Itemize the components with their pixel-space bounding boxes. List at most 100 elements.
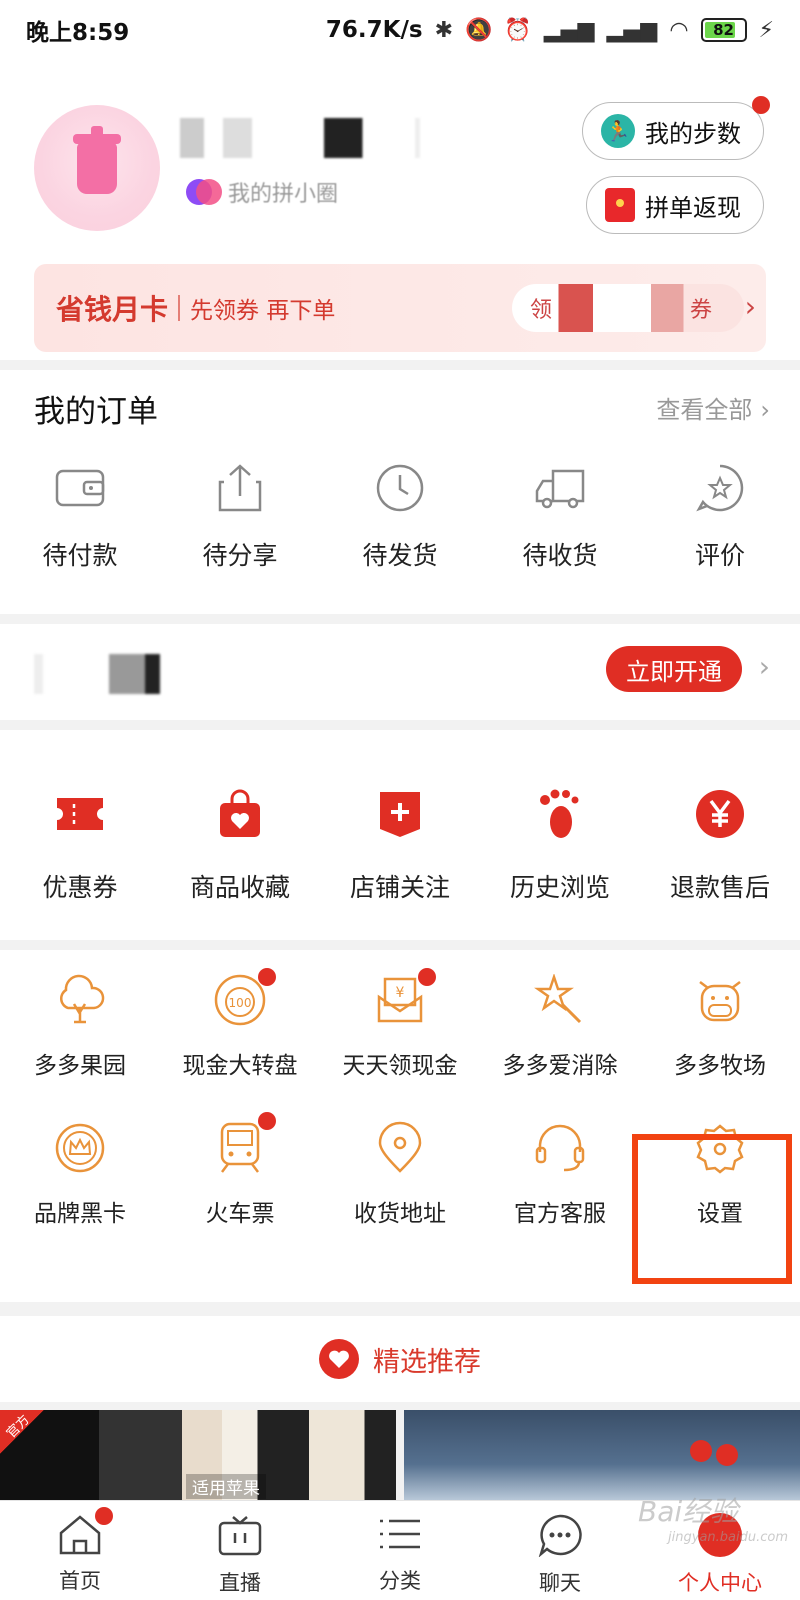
nav-home[interactable]: 首页 [0, 1501, 160, 1600]
battery-icon: 82 [700, 18, 747, 42]
wifi-icon: ◠ [669, 17, 689, 43]
watermark-text: Bai经验 [638, 1495, 739, 1528]
train-ticket-entry[interactable]: 火车票 [160, 1112, 320, 1228]
nav-category[interactable]: 分类 [320, 1501, 480, 1600]
claim-coupon-right: 券 [689, 298, 712, 323]
order-pending-receipt[interactable]: 待收货 [480, 460, 640, 572]
cherry-decoration [716, 1444, 738, 1466]
order-item-label: 待分享 [202, 541, 278, 570]
shipping-address-entry[interactable]: 收货地址 [320, 1120, 480, 1228]
username-redacted [180, 118, 420, 158]
coupons-entry[interactable]: 优惠券 [0, 786, 160, 904]
brand-black-card-entry[interactable]: 品牌黑卡 [0, 1120, 160, 1228]
pin-circle-link[interactable]: 我的拼小圈 [186, 176, 338, 208]
asset-item-label: 商品收藏 [189, 873, 290, 902]
order-status-row: 待付款 待分享 待发货 待收货 评价 [0, 460, 800, 572]
tool-item-label: 天天领现金 [342, 1053, 458, 1079]
match-game-entry[interactable]: 多多爱消除 [480, 972, 640, 1080]
nav-chat[interactable]: 聊天 [480, 1501, 640, 1600]
cash-wheel-entry[interactable]: 100 现金大转盘 [160, 968, 320, 1080]
avatar-cup-icon [73, 126, 121, 194]
order-review[interactable]: 评价 [640, 460, 800, 572]
tools-row-1: 多多果园 100 现金大转盘 ¥ 天天领现金 多多爱消除 多多牧场 [0, 968, 800, 1080]
daily-cash-notification-dot [418, 968, 436, 986]
store-follow-entry[interactable]: 店铺关注 [320, 786, 480, 904]
refund-entry[interactable]: 退款售后 [640, 786, 800, 904]
claim-coupon-left: 领 [530, 298, 553, 323]
my-orders-card: 我的订单 查看全部 › 待付款 待分享 待发货 待收货 评价 [0, 370, 800, 614]
tool-item-label: 品牌黑卡 [34, 1201, 126, 1227]
daily-cash-entry[interactable]: ¥ 天天领现金 [320, 968, 480, 1080]
profile-header: 我的拼小圈 🏃 我的步数 拼单返现 省钱月卡 先领券 再下单 领 券 › [0, 60, 800, 360]
claim-coupon-button[interactable]: 领 券 [512, 284, 744, 332]
headset-icon [532, 1120, 588, 1176]
asset-item-label: 退款售后 [669, 873, 770, 902]
review-icon [692, 460, 748, 516]
running-icon: 🏃 [601, 114, 635, 148]
signal-2-icon: ▂▄▆ [606, 17, 658, 43]
alarm-icon: ⏰ [504, 17, 532, 43]
saving-card-subtitle: 先领券 再下单 [190, 298, 336, 324]
ranch-entry[interactable]: 多多牧场 [640, 972, 800, 1080]
baidu-watermark: Bai经验 jingyan.baidu.com [638, 1490, 788, 1545]
wheel-icon: 100 [212, 968, 276, 1028]
asset-item-label: 店铺关注 [349, 873, 450, 902]
official-tag: 官方 [0, 1410, 44, 1454]
nav-label: 个人中心 [678, 1571, 762, 1595]
order-item-label: 评价 [694, 541, 745, 570]
product-card-right[interactable] [404, 1410, 800, 1500]
saving-monthly-card-banner[interactable]: 省钱月卡 先领券 再下单 领 券 › [34, 264, 766, 352]
order-pending-shipment[interactable]: 待发货 [320, 460, 480, 572]
tool-item-label: 多多爱消除 [502, 1053, 618, 1079]
my-steps-button[interactable]: 🏃 我的步数 [582, 102, 764, 160]
favorite-bag-icon [212, 786, 268, 842]
customer-service-entry[interactable]: 官方客服 [480, 1120, 640, 1228]
cashback-button[interactable]: 拼单返现 [586, 176, 764, 234]
settings-highlight-box [632, 1134, 792, 1284]
signal-icon: ▂▄▆ [543, 17, 595, 43]
home-icon [57, 1507, 113, 1555]
nav-live[interactable]: 直播 [160, 1501, 320, 1600]
favorites-entry[interactable]: 商品收藏 [160, 786, 320, 904]
train-icon [212, 1112, 276, 1176]
nav-label: 分类 [379, 1569, 421, 1593]
membership-banner[interactable]: 立即开通 › [0, 624, 800, 720]
cashback-label: 拼单返现 [645, 193, 741, 222]
refund-icon [692, 786, 748, 842]
profile-page: 晚上8:59 76.7K/s ✱ 🔕 ⏰ ▂▄▆ ▂▄▆ ◠ 82 ⚡ 我的拼小… [0, 0, 800, 1600]
list-icon [377, 1513, 423, 1555]
asset-item-label: 历史浏览 [509, 873, 610, 902]
view-all-label: 查看全部 [656, 396, 753, 424]
orchard-entry[interactable]: 多多果园 [0, 972, 160, 1080]
view-all-orders-link[interactable]: 查看全部 › [656, 390, 770, 425]
crown-badge-icon [52, 1120, 108, 1176]
tool-item-label: 火车票 [205, 1201, 275, 1227]
steps-notification-dot [752, 96, 770, 114]
network-speed: 76.7K/s [325, 17, 423, 43]
order-item-label: 待发货 [362, 541, 438, 570]
asset-item-label: 优惠券 [42, 873, 118, 902]
wallet-icon [52, 460, 108, 516]
official-tag-label: 官方 [3, 1412, 33, 1442]
footprint-icon [532, 786, 588, 842]
status-time: 晚上8:59 [26, 20, 130, 46]
order-pending-payment[interactable]: 待付款 [0, 460, 160, 572]
cow-icon [692, 972, 748, 1028]
chat-icon [537, 1513, 583, 1557]
svg-text:¥: ¥ [396, 985, 405, 1001]
mute-icon: 🔕 [465, 17, 493, 43]
order-pending-share[interactable]: 待分享 [160, 460, 320, 572]
recommend-header: 精选推荐 [0, 1316, 800, 1402]
location-icon [372, 1120, 428, 1176]
product-left-caption: 适用苹果 [186, 1474, 266, 1499]
my-assets-card: 优惠券 商品收藏 店铺关注 历史浏览 退款售后 [0, 730, 800, 940]
svg-text:100: 100 [229, 996, 252, 1010]
activate-now-button[interactable]: 立即开通 [606, 646, 742, 692]
wheel-notification-dot [258, 968, 276, 986]
heart-icon [319, 1339, 359, 1379]
truck-icon [532, 460, 588, 516]
avatar[interactable] [34, 105, 160, 231]
store-follow-icon [372, 786, 428, 842]
tool-item-label: 多多牧场 [674, 1053, 766, 1079]
history-entry[interactable]: 历史浏览 [480, 786, 640, 904]
